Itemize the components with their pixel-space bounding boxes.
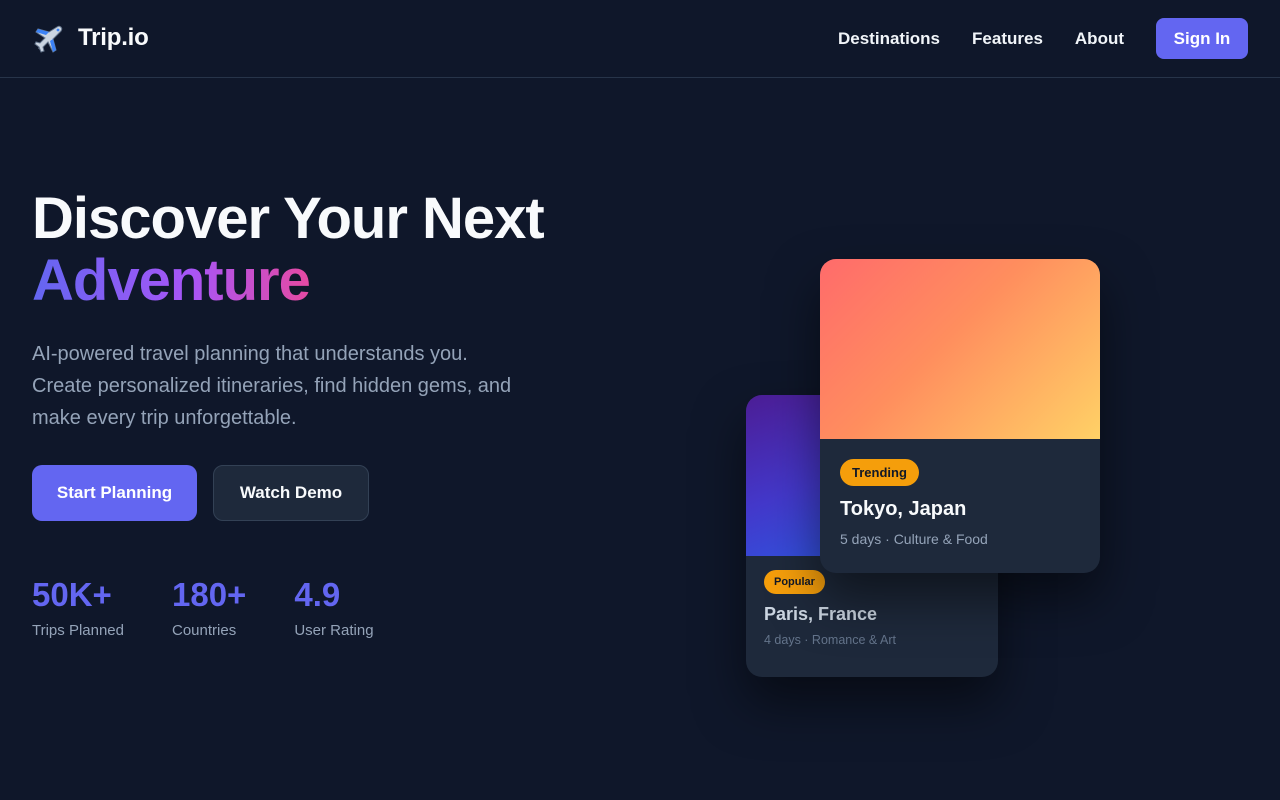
- brand-name: Trip.io: [78, 24, 149, 51]
- stat-value: 4.9: [294, 576, 341, 613]
- watch-demo-button[interactable]: Watch Demo: [213, 465, 369, 521]
- stat-value: 180+: [172, 576, 247, 613]
- nav-link-about[interactable]: About: [1075, 18, 1124, 59]
- airplane-icon: [34, 25, 63, 53]
- card-body: Trending Tokyo, Japan 5 days · Culture &…: [820, 439, 1100, 567]
- card-meta: 4 days · Romance & Art: [764, 633, 897, 647]
- popular-badge: Popular: [764, 570, 825, 594]
- trending-badge: Trending: [840, 459, 919, 486]
- stat-label: Trips Planned: [32, 622, 124, 639]
- sign-in-button[interactable]: Sign In: [1156, 18, 1248, 59]
- nav-link-destinations[interactable]: Destinations: [838, 18, 940, 59]
- destination-card-tokyo[interactable]: Trending Tokyo, Japan 5 days · Culture &…: [820, 259, 1100, 573]
- stat-countries: 180+ Countries: [172, 574, 246, 639]
- nav-links: Destinations Features About Sign In: [838, 18, 1248, 59]
- nav-link-features[interactable]: Features: [972, 18, 1043, 59]
- start-planning-button[interactable]: Start Planning: [32, 465, 197, 521]
- top-nav: Trip.io Destinations Features About Sign…: [0, 0, 1280, 78]
- stat-rating: 4.9 User Rating: [294, 574, 373, 639]
- hero-title-accent: Adventure: [32, 250, 322, 312]
- card-title: Tokyo, Japan: [840, 498, 967, 520]
- card-meta: 5 days · Culture & Food: [840, 531, 988, 547]
- brand-logo[interactable]: Trip.io: [34, 22, 149, 54]
- card-title: Paris, France: [764, 604, 878, 624]
- hero-title: Discover Your Next Adventure: [32, 186, 545, 312]
- stat-label: User Rating: [294, 622, 374, 639]
- hero-title-line1: Discover Your Next: [32, 186, 545, 251]
- stat-value: 50K+: [32, 576, 112, 613]
- card-image: [820, 259, 1100, 439]
- stat-trips: 50K+ Trips Planned: [32, 574, 124, 639]
- stat-label: Countries: [172, 622, 237, 639]
- hero-subtitle: AI-powered travel planning that understa…: [32, 343, 512, 429]
- stats-row: 50K+ Trips Planned 180+ Countries 4.9 Us…: [32, 574, 422, 639]
